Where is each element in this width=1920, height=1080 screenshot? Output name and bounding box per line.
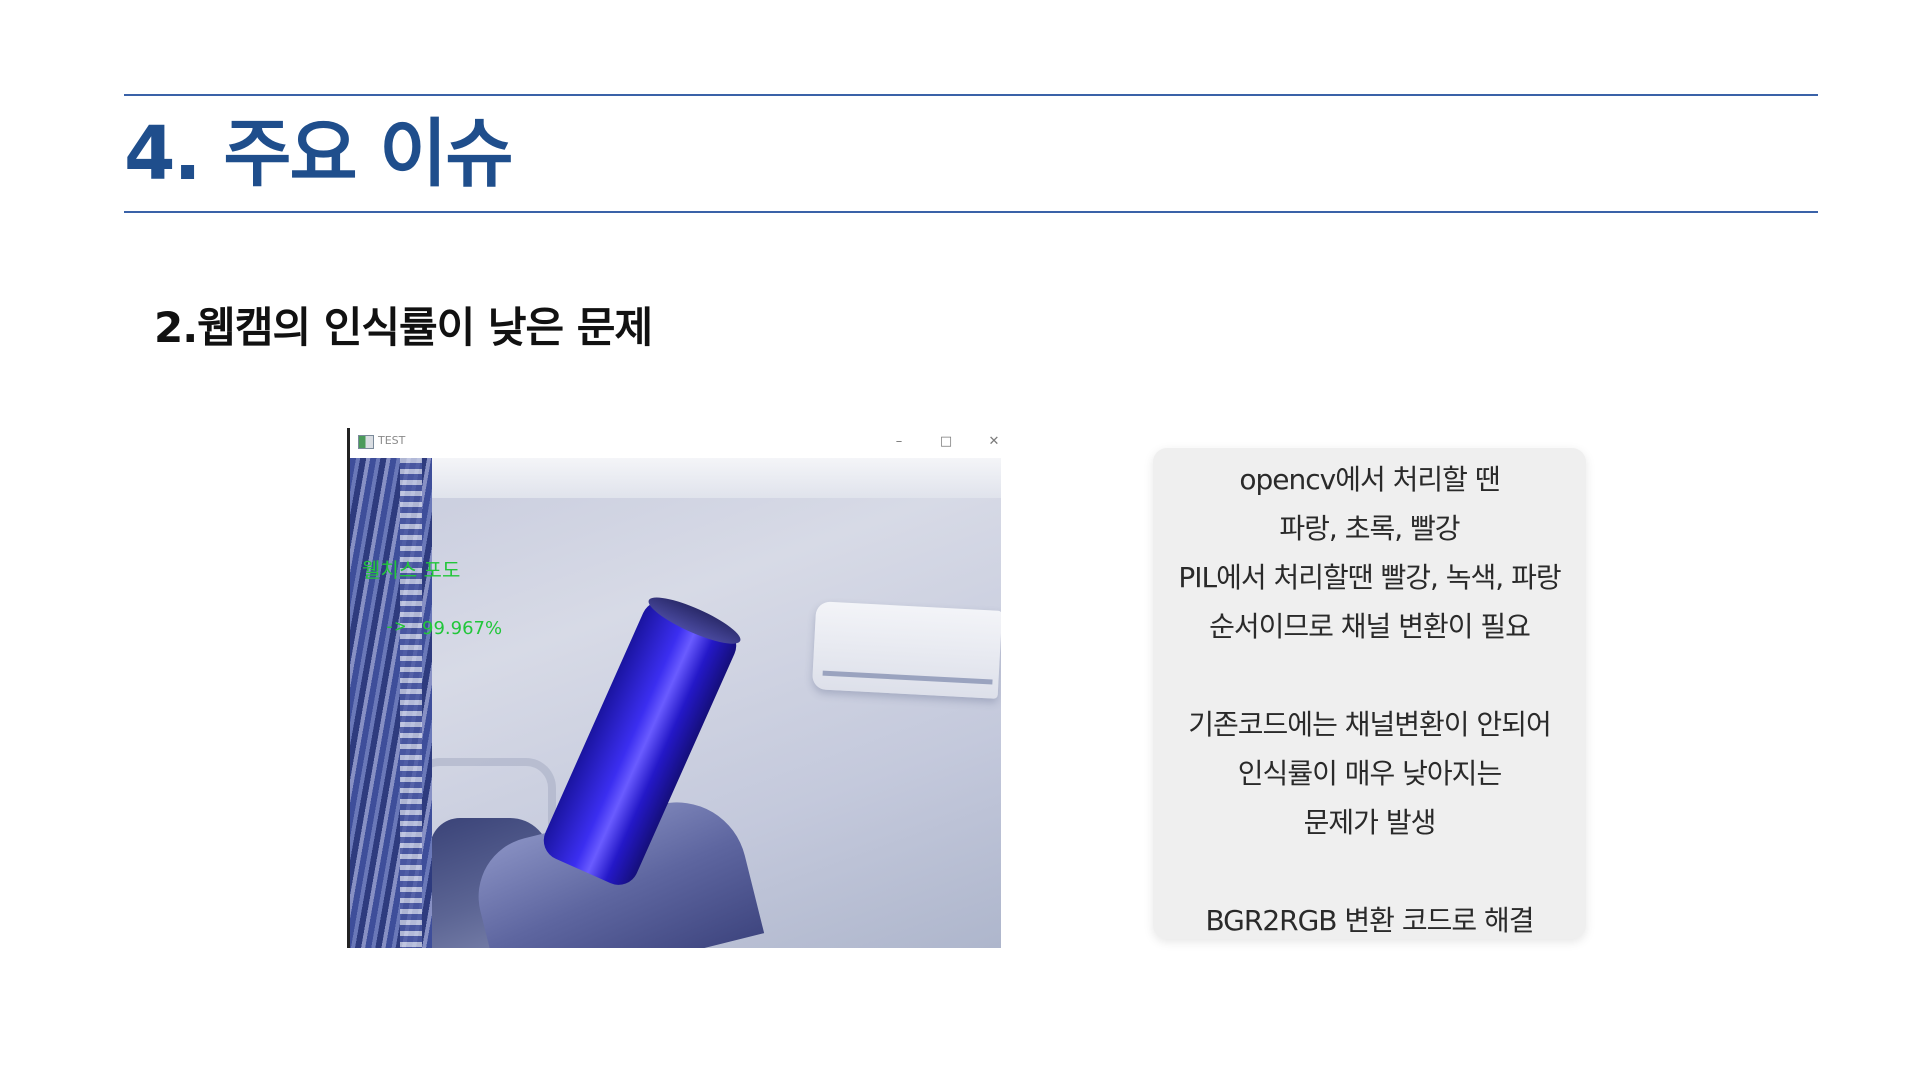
page-title: 4. 주요 이슈 [124, 111, 513, 197]
prediction-probability: 99.967% [422, 618, 503, 639]
note-line: PIL에서 처리할땐 빨강, 녹색, 파랑 [1178, 561, 1561, 594]
maximize-icon: □ [939, 434, 953, 449]
title-bottom-rule [124, 211, 1818, 213]
title-top-rule [124, 94, 1818, 96]
can-top [643, 589, 746, 652]
note-line: 기존코드에는 채널변환이 안되어 [1188, 708, 1551, 741]
close-icon: ✕ [988, 434, 1000, 449]
ceiling-area [420, 458, 1001, 498]
minimize-icon: – [895, 434, 903, 449]
note-line: 인식률이 매우 낮아지는 [1237, 757, 1502, 790]
note-line: 순서이므로 채널 변환이 필요 [1209, 610, 1531, 643]
curtain-edge-shape [400, 458, 422, 948]
air-conditioner-vent [822, 670, 993, 685]
prediction-label: 웰치스 포도 [362, 558, 461, 582]
webcam-window-title: TEST [378, 434, 406, 447]
slide: 4. 주요 이슈 2.웹캠의 인식률이 낮은 문제 TEST – □ ✕ 웰치스… [0, 0, 1920, 1080]
air-conditioner-shape [811, 601, 1001, 699]
note-line: BGR2RGB 변환 코드로 해결 [1205, 904, 1534, 937]
note-line: 문제가 발생 [1303, 806, 1437, 839]
note-line: opencv에서 처리할 땐 [1239, 463, 1500, 496]
prediction-arrow: -> [384, 616, 406, 637]
webcam-window-screenshot: TEST – □ ✕ 웰치스 포도 -> 99.967% [347, 428, 1001, 948]
note-line: 파랑, 초록, 빨강 [1279, 512, 1460, 545]
section-heading: 2.웹캠의 인식률이 낮은 문제 [154, 303, 653, 352]
webcam-frame: 웰치스 포도 -> 99.967% [350, 458, 1001, 948]
app-icon [358, 435, 374, 449]
webcam-window-titlebar: TEST – □ ✕ [350, 428, 1001, 458]
explanation-box: opencv에서 처리할 땐 파랑, 초록, 빨강 PIL에서 처리할땐 빨강,… [1153, 448, 1586, 939]
